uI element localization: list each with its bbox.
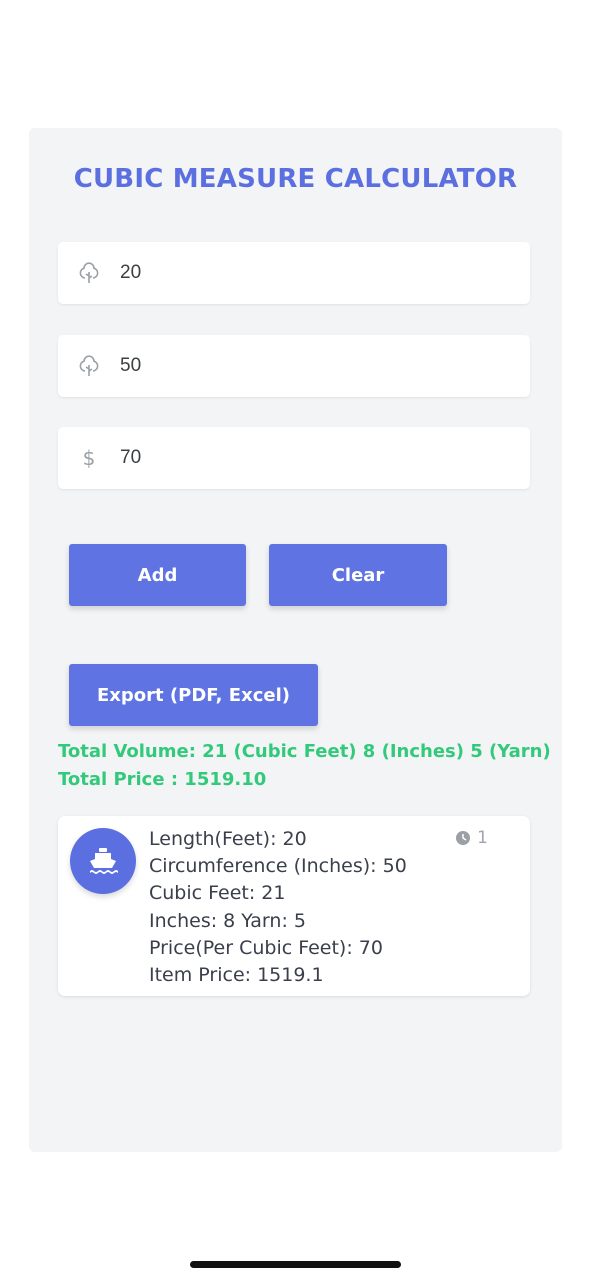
ship-icon [70,828,136,894]
total-volume: Total Volume: 21 (Cubic Feet) 8 (Inches)… [58,741,551,762]
price-input[interactable] [120,447,500,469]
length-input[interactable] [120,262,500,284]
item-circumference: Circumference (Inches): 50 [149,855,407,878]
home-indicator[interactable] [190,1261,401,1268]
clock-icon [456,831,471,845]
export-button[interactable]: Export (PDF, Excel) [69,664,318,726]
item-details: Length(Feet): 20 Circumference (Inches):… [149,826,407,989]
length-field[interactable] [58,242,530,304]
total-price: Total Price : 1519.10 [58,769,267,790]
page-title: CUBIC MEASURE CALCULATOR [73,164,518,194]
clear-button[interactable]: Clear [269,544,447,606]
tree-icon [58,261,120,285]
circumference-field[interactable] [58,335,530,397]
item-price: Item Price: 1519.1 [149,964,324,987]
item-cubic-feet: Cubic Feet: 21 [149,882,286,905]
item-index: 1 [477,828,488,848]
item-unit-price: Price(Per Cubic Feet): 70 [149,936,383,959]
list-item[interactable]: Length(Feet): 20 Circumference (Inches):… [58,816,530,996]
circumference-input[interactable] [120,355,500,377]
price-field[interactable]: $ [58,427,530,489]
item-length: Length(Feet): 20 [149,828,307,850]
add-button[interactable]: Add [69,544,246,606]
item-index-badge: 1 [456,828,488,848]
dollar-icon: $ [82,446,96,470]
tree-icon [58,354,120,378]
item-inches-yarn: Inches: 8 Yarn: 5 [149,909,306,932]
